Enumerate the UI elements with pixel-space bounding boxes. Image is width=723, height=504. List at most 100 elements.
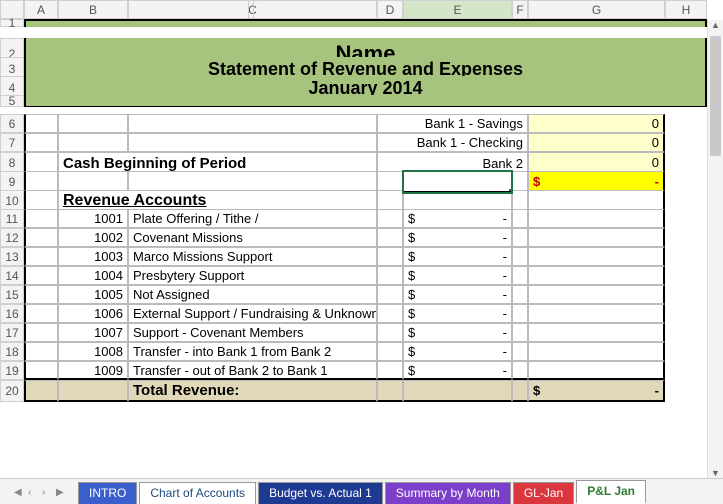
cell-F16[interactable]: [512, 304, 528, 323]
cell-H12[interactable]: [665, 228, 707, 247]
row-header-19[interactable]: 19: [0, 361, 24, 380]
tab-chart-of-accounts[interactable]: Chart of Accounts: [139, 482, 256, 504]
col-header-H[interactable]: H: [665, 0, 707, 19]
col-header-A[interactable]: A: [24, 0, 58, 19]
col-header-E[interactable]: E: [403, 0, 512, 19]
rev-code-4[interactable]: 1005: [58, 285, 128, 304]
cell-F17[interactable]: [512, 323, 528, 342]
cell-H18[interactable]: [665, 342, 707, 361]
cell-G12[interactable]: [528, 228, 665, 247]
rev-name-2[interactable]: Marco Missions Support: [128, 247, 377, 266]
col-header-G[interactable]: G: [528, 0, 665, 19]
cell-H7[interactable]: [665, 133, 707, 152]
cell-A11[interactable]: [24, 209, 58, 228]
rev-code-7[interactable]: 1008: [58, 342, 128, 361]
cell-H14[interactable]: [665, 266, 707, 285]
row-header-13[interactable]: 13: [0, 247, 24, 266]
rev-name-5[interactable]: External Support / Fundraising & Unknown: [128, 304, 377, 323]
cell-C7[interactable]: [128, 133, 377, 152]
rev-code-6[interactable]: 1007: [58, 323, 128, 342]
col-header-D[interactable]: D: [377, 0, 403, 19]
cell-D19[interactable]: [377, 361, 403, 380]
rev-amt-2[interactable]: $-: [403, 247, 512, 266]
spreadsheet-grid[interactable]: A B C D E F G H 1 2 Name 3 Statement of …: [0, 0, 723, 399]
rev-name-3[interactable]: Presbytery Support: [128, 266, 377, 285]
rev-amt-3[interactable]: $-: [403, 266, 512, 285]
bank1-savings-label[interactable]: Bank 1 - Savings: [377, 114, 528, 133]
cell-F14[interactable]: [512, 266, 528, 285]
row-header-18[interactable]: 18: [0, 342, 24, 361]
cell-H6[interactable]: [665, 114, 707, 133]
cell-D11[interactable]: [377, 209, 403, 228]
cell-A20[interactable]: [24, 380, 58, 402]
cell-G17[interactable]: [528, 323, 665, 342]
vertical-scrollbar[interactable]: ▲ ▼: [707, 20, 723, 478]
cell-G15[interactable]: [528, 285, 665, 304]
cell-D12[interactable]: [377, 228, 403, 247]
row-header-7[interactable]: 7: [0, 133, 24, 152]
row-header-11[interactable]: 11: [0, 209, 24, 228]
rev-amt-4[interactable]: $-: [403, 285, 512, 304]
cell-A17[interactable]: [24, 323, 58, 342]
cell-E20[interactable]: [403, 380, 512, 402]
cell-F20[interactable]: [512, 380, 528, 402]
scroll-up-icon[interactable]: ▲: [708, 20, 723, 30]
cell-A16[interactable]: [24, 304, 58, 323]
row-header-15[interactable]: 15: [0, 285, 24, 304]
cell-B20[interactable]: [58, 380, 128, 402]
scroll-thumb[interactable]: [710, 36, 721, 156]
rev-amt-6[interactable]: $-: [403, 323, 512, 342]
cell-A15[interactable]: [24, 285, 58, 304]
cell-H13[interactable]: [665, 247, 707, 266]
cell-H11[interactable]: [665, 209, 707, 228]
cell-A14[interactable]: [24, 266, 58, 285]
tab-pl-jan[interactable]: P&L Jan: [576, 480, 646, 504]
cell-C6[interactable]: [128, 114, 377, 133]
cell-A19[interactable]: [24, 361, 58, 380]
tab-gl-jan[interactable]: GL-Jan: [513, 482, 574, 504]
tab-summary-by-month[interactable]: Summary by Month: [385, 482, 511, 504]
rev-amt-5[interactable]: $-: [403, 304, 512, 323]
cell-D17[interactable]: [377, 323, 403, 342]
col-header-F[interactable]: F: [512, 0, 528, 19]
rev-code-1[interactable]: 1002: [58, 228, 128, 247]
cell-D13[interactable]: [377, 247, 403, 266]
bank1-checking-label[interactable]: Bank 1 - Checking: [377, 133, 528, 152]
rev-name-8[interactable]: Transfer - out of Bank 2 to Bank 1: [128, 361, 377, 380]
cell-G18[interactable]: [528, 342, 665, 361]
cell-B6[interactable]: [58, 114, 128, 133]
cell-G16[interactable]: [528, 304, 665, 323]
rev-code-8[interactable]: 1009: [58, 361, 128, 380]
tab-next-icon[interactable]: ›: [42, 488, 52, 498]
cell-F15[interactable]: [512, 285, 528, 304]
rev-code-2[interactable]: 1003: [58, 247, 128, 266]
cell-H15[interactable]: [665, 285, 707, 304]
tab-first-icon[interactable]: ◀: [14, 488, 24, 498]
cell-E9-active[interactable]: [403, 171, 512, 193]
cell-H19[interactable]: [665, 361, 707, 380]
cell-H16[interactable]: [665, 304, 707, 323]
rev-name-7[interactable]: Transfer - into Bank 1 from Bank 2: [128, 342, 377, 361]
rev-name-0[interactable]: Plate Offering / Tithe /: [128, 209, 377, 228]
total-revenue-label[interactable]: Total Revenue:: [128, 380, 377, 402]
formula-bar-splitter[interactable]: [248, 1, 254, 19]
cell-F12[interactable]: [512, 228, 528, 247]
cell-H17[interactable]: [665, 323, 707, 342]
scroll-down-icon[interactable]: ▼: [708, 468, 723, 478]
row-header-1[interactable]: 1: [0, 19, 24, 27]
cell-H20[interactable]: [665, 380, 707, 402]
tab-prev-icon[interactable]: ‹: [28, 488, 38, 498]
row-header-20[interactable]: 20: [0, 380, 24, 402]
cell-A13[interactable]: [24, 247, 58, 266]
row-header-17[interactable]: 17: [0, 323, 24, 342]
rev-name-6[interactable]: Support - Covenant Members: [128, 323, 377, 342]
cell-D18[interactable]: [377, 342, 403, 361]
row-header-14[interactable]: 14: [0, 266, 24, 285]
rev-amt-1[interactable]: $-: [403, 228, 512, 247]
cell-A7[interactable]: [24, 133, 58, 152]
cell-D14[interactable]: [377, 266, 403, 285]
rev-code-3[interactable]: 1004: [58, 266, 128, 285]
cell-G19[interactable]: [528, 361, 665, 380]
cell-G11[interactable]: [528, 209, 665, 228]
cell-G14[interactable]: [528, 266, 665, 285]
